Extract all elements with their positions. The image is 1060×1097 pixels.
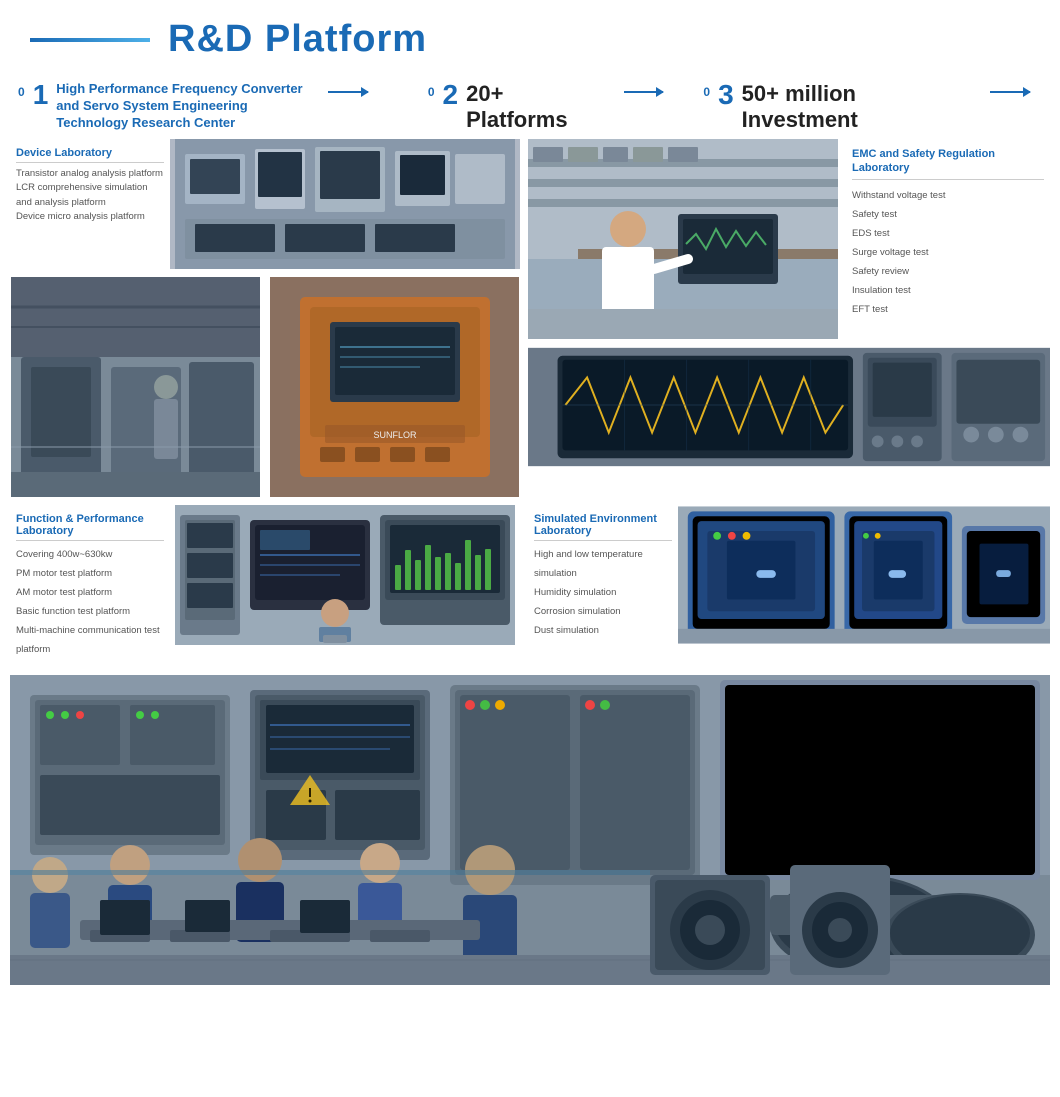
s02-num: 2 bbox=[443, 81, 459, 109]
section-labels-row: 0 1 High Performance Frequency Converter… bbox=[0, 71, 1060, 139]
device-lab-title: Device Laboratory bbox=[16, 147, 164, 163]
func-item-1: Covering 400w~630kw bbox=[16, 545, 164, 564]
func-item-2: PM motor test platform bbox=[16, 564, 164, 583]
func-text: Function & Performance Laboratory Coveri… bbox=[10, 505, 170, 667]
right-top: EMC and Safety Regulation Laboratory Wit… bbox=[528, 139, 1050, 339]
sim-title: Simulated Environment Laboratory bbox=[534, 513, 672, 541]
s01-arrow bbox=[328, 91, 368, 93]
emc-text: EMC and Safety Regulation Laboratory Wit… bbox=[846, 139, 1050, 339]
bottom-image bbox=[10, 675, 1050, 985]
s01-prefix: 0 bbox=[18, 85, 25, 99]
emc-item-3: EDS test bbox=[852, 224, 1044, 243]
s03-num: 3 bbox=[718, 81, 734, 109]
device-lab-top: Device Laboratory Transistor analog anal… bbox=[10, 139, 520, 269]
s03-text: 50+ million Investment bbox=[742, 81, 977, 133]
header-decoration bbox=[30, 38, 150, 42]
sim-text: Simulated Environment Laboratory High an… bbox=[528, 505, 678, 667]
device-lab-top-image bbox=[170, 139, 520, 269]
s01-num: 1 bbox=[33, 81, 49, 109]
sim-item-2: Humidity simulation bbox=[534, 583, 672, 602]
page-title: R&D Platform bbox=[168, 18, 427, 61]
section-03-label: 0 3 50+ million Investment bbox=[703, 81, 1030, 133]
emc-item-4: Surge voltage test bbox=[852, 243, 1044, 262]
func-panel: Function & Performance Laboratory Coveri… bbox=[10, 505, 520, 667]
func-title: Function & Performance Laboratory bbox=[16, 513, 164, 541]
right-top-image bbox=[528, 139, 838, 339]
s03-arrow bbox=[990, 91, 1030, 93]
sim-item-1: High and low temperature simulation bbox=[534, 545, 672, 583]
s02-text: 20+ Platforms bbox=[466, 81, 610, 133]
section-02-label: 0 2 20+ Platforms bbox=[428, 81, 664, 133]
emc-item-6: Insulation test bbox=[852, 281, 1044, 300]
device-lab-img-right: SUNFLOR bbox=[269, 277, 520, 497]
func-item-3: AM motor test platform bbox=[16, 583, 164, 602]
func-item-4: Basic function test platform bbox=[16, 602, 164, 621]
emc-item-7: EFT test bbox=[852, 300, 1044, 319]
page-header: R&D Platform bbox=[0, 0, 1060, 71]
middle-row: Function & Performance Laboratory Coveri… bbox=[10, 505, 1050, 667]
func-image bbox=[170, 505, 520, 645]
sim-item-3: Corrosion simulation bbox=[534, 602, 672, 621]
device-lab-text: Device Laboratory Transistor analog anal… bbox=[10, 139, 170, 269]
s02-arrow bbox=[624, 91, 664, 93]
right-bottom-image bbox=[528, 347, 1050, 467]
main-content: Device Laboratory Transistor analog anal… bbox=[0, 139, 1060, 985]
sim-panel: Simulated Environment Laboratory High an… bbox=[528, 505, 1050, 667]
func-item-5: Multi-machine communication test platfor… bbox=[16, 621, 164, 659]
emc-title: EMC and Safety Regulation Laboratory bbox=[852, 147, 1044, 180]
device-lab-item-2: LCR comprehensive simulation and analysi… bbox=[16, 181, 164, 210]
sim-item-4: Dust simulation bbox=[534, 621, 672, 640]
right-panel: EMC and Safety Regulation Laboratory Wit… bbox=[528, 139, 1050, 497]
top-row: Device Laboratory Transistor analog anal… bbox=[10, 139, 1050, 497]
s02-prefix: 0 bbox=[428, 85, 435, 99]
s03-prefix: 0 bbox=[703, 85, 710, 99]
sim-image bbox=[678, 505, 1050, 645]
section-01-label: 0 1 High Performance Frequency Converter… bbox=[18, 81, 368, 132]
emc-item-2: Safety test bbox=[852, 205, 1044, 224]
emc-item-1: Withstand voltage test bbox=[852, 186, 1044, 205]
device-lab-img-left bbox=[10, 277, 261, 497]
svg-text:SUNFLOR: SUNFLOR bbox=[373, 430, 417, 440]
s01-text: High Performance Frequency Converter and… bbox=[56, 81, 314, 132]
device-lab-bottom: SUNFLOR bbox=[10, 277, 520, 497]
device-lab-item-3: Device micro analysis platform bbox=[16, 210, 164, 224]
emc-item-5: Safety review bbox=[852, 262, 1044, 281]
device-lab-item-1: Transistor analog analysis platform bbox=[16, 167, 164, 181]
left-panel: Device Laboratory Transistor analog anal… bbox=[10, 139, 520, 497]
